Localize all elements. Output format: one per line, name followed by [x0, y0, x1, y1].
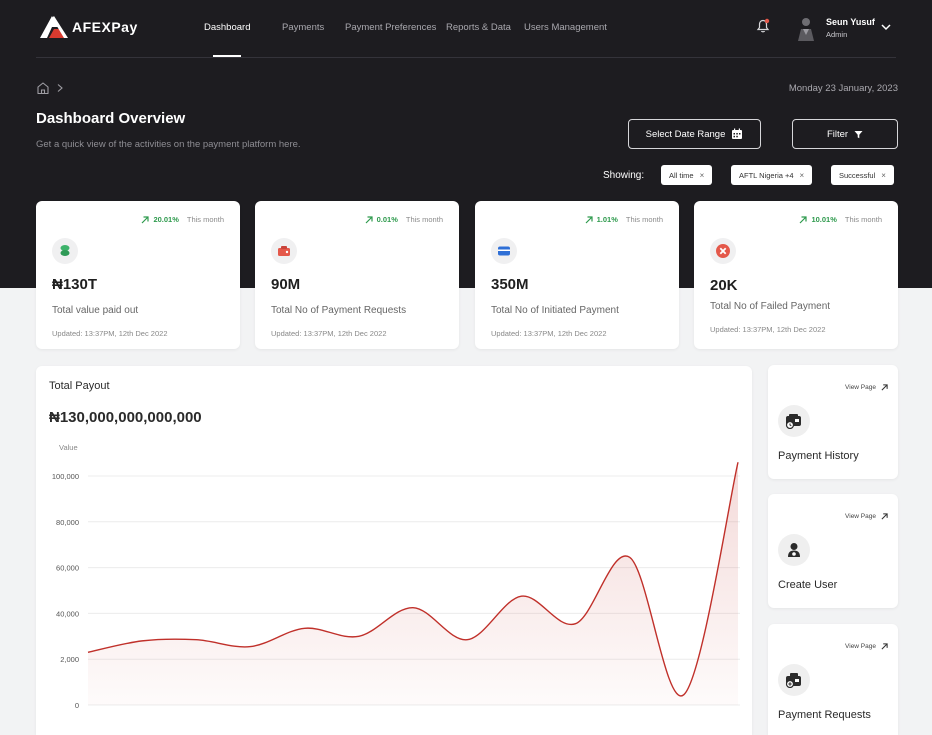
quick-link-create-user[interactable]: View Page Create User [768, 494, 898, 608]
nav-divider [36, 57, 896, 58]
stat-updated: Updated: 13:37PM, 12th Dec 2022 [52, 329, 168, 338]
chevron-down-icon[interactable] [880, 22, 892, 32]
filter-chip-all-time[interactable]: All time × [661, 165, 713, 185]
stat-updated: Updated: 13:37PM, 12th Dec 2022 [491, 329, 607, 338]
calendar-icon [732, 128, 743, 139]
coins-icon [52, 238, 78, 264]
stat-value: 90M [271, 276, 301, 293]
nav-payments[interactable]: Payments [282, 22, 324, 33]
close-icon[interactable]: × [700, 171, 705, 180]
view-page-link[interactable]: View Page [845, 384, 888, 391]
y-tick-label: 2,000 [60, 655, 79, 664]
stat-value: ₦130T [52, 276, 98, 293]
trend-period: This month [186, 215, 224, 224]
view-page-link[interactable]: View Page [845, 513, 888, 520]
filter-chip-entity[interactable]: AFTL Nigeria +4 × [731, 165, 813, 185]
filter-chip-label: All time [669, 170, 694, 180]
y-tick-label: 0 [75, 701, 79, 710]
trend-period: This month [844, 215, 882, 224]
chevron-right-icon [57, 84, 63, 92]
filter-label: Filter [826, 128, 849, 140]
logo-mark-icon [40, 16, 68, 38]
y-tick-label: 60,000 [56, 564, 79, 573]
trend-percent: 1.01% [596, 215, 618, 224]
y-tick-label: 80,000 [56, 518, 79, 527]
trend-period: This month [625, 215, 663, 224]
close-icon[interactable]: × [800, 171, 805, 180]
stat-label: Total value paid out [52, 305, 139, 316]
top-navigation: AFEXPay Dashboard Payments Payment Prefe… [0, 0, 932, 58]
nav-users-management[interactable]: Users Management [524, 22, 607, 33]
user-name: Seun Yusuf [826, 17, 875, 27]
stat-label: Total No of Payment Requests [271, 305, 407, 316]
view-page-label: View Page [845, 643, 876, 650]
stat-value: 20K [710, 277, 738, 294]
wallet-icon [271, 238, 297, 264]
close-icon[interactable]: × [881, 171, 886, 180]
payment-requests-icon [778, 664, 810, 696]
user-role: Admin [826, 30, 848, 39]
trend-indicator: 0.01% This month [365, 215, 443, 224]
page-subtitle: Get a quick view of the activities on th… [36, 139, 301, 150]
stat-updated: Updated: 13:37PM, 12th Dec 2022 [271, 329, 387, 338]
nav-dashboard[interactable]: Dashboard [204, 22, 250, 33]
current-date: Monday 23 January, 2023 [788, 83, 898, 94]
y-tick-label: 100,000 [52, 472, 79, 481]
logo-text: AFEXPay [72, 19, 138, 35]
stat-card-total-paid[interactable]: 20.01% This month ₦130T Total value paid… [36, 201, 240, 349]
stat-card-failed-payment[interactable]: 10.01% This month 20K Total No of Failed… [694, 201, 898, 349]
trend-percent: 10.01% [811, 215, 837, 224]
quick-link-label: Create User [778, 579, 838, 591]
arrow-up-right-icon [365, 215, 373, 223]
stat-value: 350M [491, 276, 529, 293]
payment-history-icon [778, 405, 810, 437]
filter-button[interactable]: Filter [792, 119, 898, 149]
select-date-range-button[interactable]: Select Date Range [628, 119, 761, 149]
trend-percent: 0.01% [376, 215, 398, 224]
bell-icon[interactable] [755, 18, 771, 34]
trend-indicator: 20.01% This month [141, 215, 224, 224]
filter-chip-label: Successful [839, 170, 876, 180]
stat-label: Total No of Failed Payment [710, 301, 831, 312]
close-circle-icon [710, 238, 736, 264]
quick-link-payment-requests[interactable]: View Page Payment Requests [768, 624, 898, 735]
stat-card-payment-requests[interactable]: 0.01% This month 90M Total No of Payment… [255, 201, 459, 349]
nav-payment-preferences[interactable]: Payment Preferences [345, 22, 436, 33]
filter-chip-label: AFTL Nigeria +4 [739, 170, 794, 180]
page-title: Dashboard Overview [36, 110, 186, 127]
arrow-up-right-icon [585, 215, 593, 223]
view-page-link[interactable]: View Page [845, 643, 888, 650]
arrow-up-right-icon [881, 513, 888, 520]
filter-chip-status[interactable]: Successful × [831, 165, 894, 185]
quick-link-label: Payment Requests [778, 709, 871, 721]
create-user-icon [778, 534, 810, 566]
payout-chart: 100,000 80,000 60,000 40,000 2,000 0 [52, 462, 740, 710]
quick-link-label: Payment History [778, 450, 859, 462]
trend-indicator: 1.01% This month [585, 215, 663, 224]
trend-period: This month [405, 215, 443, 224]
arrow-up-right-icon [881, 384, 888, 391]
total-payout-card: Total Payout ₦130,000,000,000,000 Value … [36, 366, 752, 735]
select-date-range-label: Select Date Range [645, 128, 726, 140]
stat-card-initiated-payment[interactable]: 1.01% This month 350M Total No of Initia… [475, 201, 679, 349]
arrow-up-right-icon [881, 643, 888, 650]
view-page-label: View Page [845, 513, 876, 520]
view-page-label: View Page [845, 384, 876, 391]
y-tick-label: 40,000 [56, 609, 79, 618]
trend-percent: 20.01% [153, 215, 179, 224]
trend-indicator: 10.01% This month [799, 215, 882, 224]
avatar[interactable] [795, 15, 817, 41]
stat-updated: Updated: 13:37PM, 12th Dec 2022 [710, 325, 826, 334]
series-area [88, 462, 738, 705]
filter-icon [854, 130, 863, 138]
showing-label: Showing: [603, 170, 645, 181]
nav-reports-data[interactable]: Reports & Data [446, 22, 511, 33]
quick-link-payment-history[interactable]: View Page Payment History [768, 365, 898, 479]
arrow-up-right-icon [142, 215, 150, 223]
home-icon[interactable] [36, 81, 50, 95]
arrow-up-right-icon [800, 215, 808, 223]
logo[interactable]: AFEXPay [40, 16, 138, 38]
stat-label: Total No of Initiated Payment [491, 305, 619, 316]
card-icon [491, 238, 517, 264]
